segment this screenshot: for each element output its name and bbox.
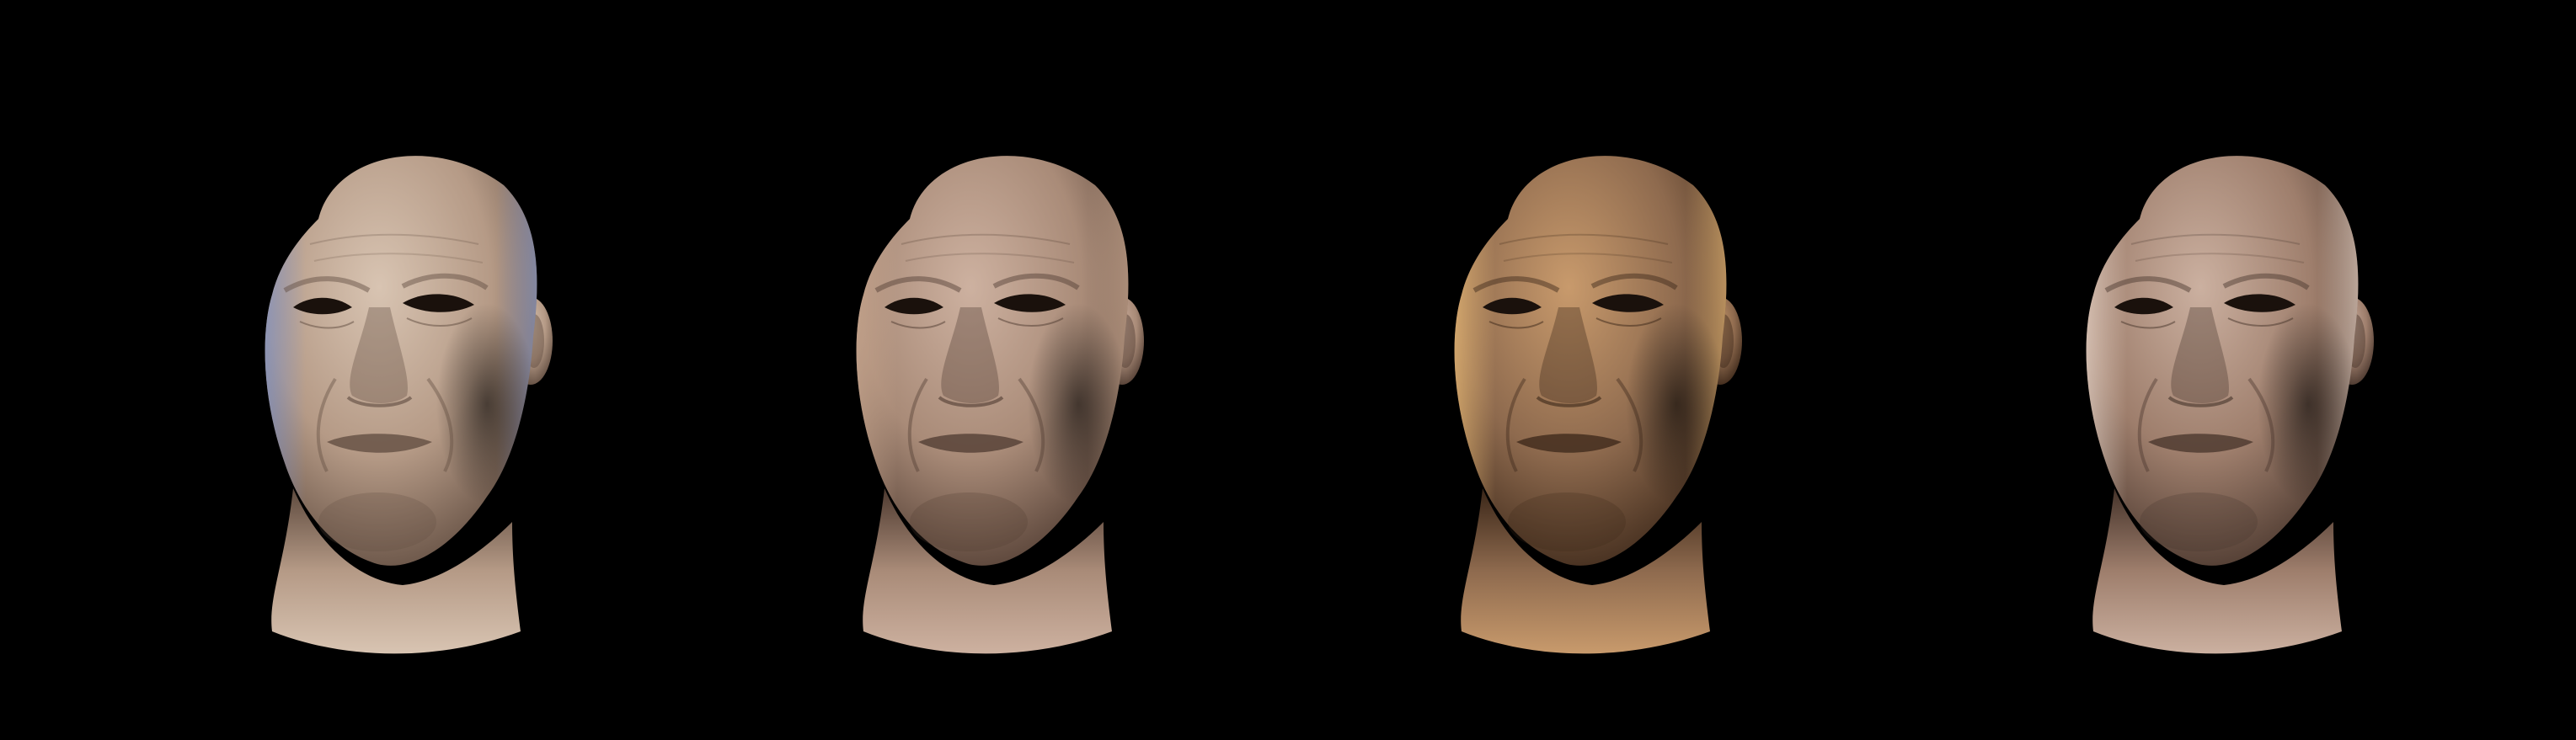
head-graphic [856,156,1144,654]
render-canvas [0,0,2576,740]
head-graphic [2086,156,2374,654]
head-render-2 [826,126,1162,707]
head-graphic [1454,156,1742,654]
head-render-1 [234,126,571,707]
head-render-4 [2055,126,2392,707]
head-render-3 [1424,126,1761,707]
head-graphic [265,156,553,654]
